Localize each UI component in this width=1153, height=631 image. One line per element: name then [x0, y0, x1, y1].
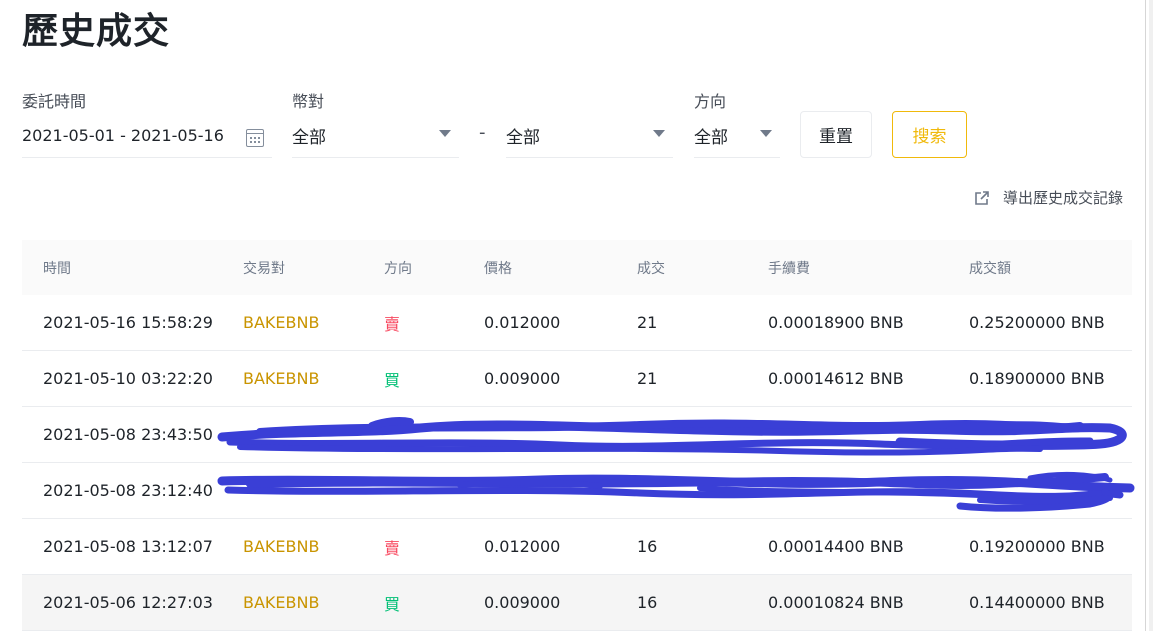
header-price: 價格: [484, 260, 512, 277]
trade-filled: 16: [637, 593, 658, 612]
trade-fee: 0.00018900 BNB: [768, 313, 904, 332]
trade-price: 0.009000: [484, 593, 561, 612]
side-filter-label: 方向: [694, 92, 727, 111]
trade-total: 0.18900000 BNB: [969, 369, 1105, 388]
table-row[interactable]: 2021-05-06 12:27:03 BAKEBNB 買 0.009000 1…: [22, 575, 1132, 631]
caret-down-icon: [760, 130, 772, 137]
trade-fee: 0.00014400 BNB: [768, 537, 904, 556]
trade-fee: 0.00010824 BNB: [768, 593, 904, 612]
trade-pair[interactable]: BAKEBNB: [243, 313, 319, 332]
trade-filled: 21: [637, 369, 658, 388]
header-fee: 手續費: [768, 260, 810, 277]
trade-filled: 16: [637, 537, 658, 556]
trade-time: 2021-05-08 13:12:07: [43, 537, 213, 556]
trade-pair[interactable]: BAKEBNB: [243, 369, 319, 388]
header-total: 成交額: [969, 260, 1011, 277]
trade-time: 2021-05-10 03:22:20: [43, 369, 213, 388]
trade-total: 0.25200000 BNB: [969, 313, 1105, 332]
time-filter-label: 委託時間: [22, 92, 87, 111]
search-button[interactable]: 搜索: [892, 111, 967, 158]
trade-price: 0.012000: [484, 313, 561, 332]
pair-filter-label: 幣對: [292, 92, 325, 111]
quote-asset-select[interactable]: 全部: [506, 113, 673, 158]
table-row[interactable]: 2021-05-08 13:12:07 BAKEBNB 賣 0.012000 1…: [22, 519, 1132, 575]
trade-price: 0.012000: [484, 537, 561, 556]
trade-history-table: 時間 交易對 方向 價格 成交 手續費 成交額 2021-05-16 15:58…: [22, 240, 1132, 631]
table-row[interactable]: 2021-05-08 23:43:50: [22, 407, 1132, 463]
side-select[interactable]: 全部: [694, 113, 780, 158]
header-side: 方向: [384, 260, 412, 277]
caret-down-icon: [439, 130, 451, 137]
header-pair: 交易對: [243, 260, 285, 277]
external-link-icon: [974, 190, 990, 206]
pair-separator: -: [479, 122, 486, 143]
export-history-link[interactable]: 導出歷史成交記錄: [974, 187, 1123, 208]
page-title: 歷史成交: [22, 11, 171, 52]
base-asset-select[interactable]: 全部: [292, 113, 459, 158]
quote-asset-value: 全部: [506, 127, 540, 148]
side-value: 全部: [694, 127, 728, 148]
trade-side: 賣: [384, 538, 401, 558]
date-range-picker[interactable]: 2021-05-01 - 2021-05-16: [22, 113, 272, 158]
trade-price: 0.009000: [484, 369, 561, 388]
table-row[interactable]: 2021-05-10 03:22:20 BAKEBNB 買 0.009000 2…: [22, 351, 1132, 407]
trade-side: 賣: [384, 314, 401, 334]
trade-time: 2021-05-08 23:43:50: [43, 425, 213, 444]
export-history-label: 導出歷史成交記錄: [1003, 189, 1124, 207]
base-asset-value: 全部: [292, 127, 326, 148]
trade-side: 買: [384, 370, 401, 390]
table-header: 時間 交易對 方向 價格 成交 手續費 成交額: [22, 240, 1132, 295]
table-row[interactable]: 2021-05-16 15:58:29 BAKEBNB 賣 0.012000 2…: [22, 295, 1132, 351]
window-edge: [1145, 0, 1153, 631]
trade-pair[interactable]: BAKEBNB: [243, 537, 319, 556]
table-row[interactable]: 2021-05-08 23:12:40: [22, 463, 1132, 519]
caret-down-icon: [653, 130, 665, 137]
calendar-icon[interactable]: [246, 129, 264, 147]
trade-filled: 21: [637, 313, 658, 332]
trade-time: 2021-05-08 23:12:40: [43, 481, 213, 500]
trade-fee: 0.00014612 BNB: [768, 369, 904, 388]
trade-time: 2021-05-06 12:27:03: [43, 593, 213, 612]
date-range-value: 2021-05-01 - 2021-05-16: [22, 125, 224, 145]
header-time: 時間: [43, 260, 71, 277]
trade-total: 0.19200000 BNB: [969, 537, 1105, 556]
trade-side: 買: [384, 594, 401, 614]
reset-button[interactable]: 重置: [800, 111, 872, 158]
header-filled: 成交: [637, 260, 665, 277]
trade-time: 2021-05-16 15:58:29: [43, 313, 213, 332]
trade-total: 0.14400000 BNB: [969, 593, 1105, 612]
trade-pair[interactable]: BAKEBNB: [243, 593, 319, 612]
